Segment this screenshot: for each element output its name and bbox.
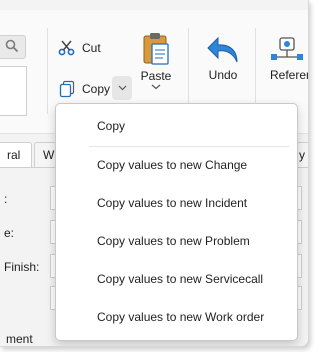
paste-button[interactable]: Paste	[138, 32, 174, 90]
application-window: Cut Copy Paste Undo Referen ral W y: e:…	[0, 0, 309, 347]
search-icon	[5, 39, 19, 53]
menu-item-copy-to-change[interactable]: Copy values to new Change	[56, 150, 297, 180]
ribbon-separator	[255, 28, 256, 114]
form-label: :	[4, 192, 8, 206]
copy-dropdown-menu: Copy Copy values to new Change Copy valu…	[55, 103, 298, 341]
menu-item-copy-to-problem[interactable]: Copy values to new Problem	[56, 226, 297, 256]
menu-separator	[89, 146, 289, 147]
scissors-icon	[58, 40, 75, 56]
chevron-down-icon	[118, 85, 126, 91]
tab-label: W	[43, 148, 55, 162]
ribbon-separator	[47, 28, 48, 114]
ribbon-separator	[188, 28, 189, 114]
undo-button[interactable]: Undo	[203, 35, 243, 82]
left-input-field[interactable]	[0, 66, 27, 116]
menu-item-copy-to-incident[interactable]: Copy values to new Incident	[56, 188, 297, 218]
copy-button[interactable]: Copy	[58, 80, 110, 98]
form-label: Finish:	[4, 260, 40, 274]
tab-label: y	[299, 148, 305, 162]
chevron-down-icon	[151, 84, 161, 90]
form-label: e:	[4, 226, 15, 240]
bottom-section-label: ment	[6, 332, 33, 346]
cut-button[interactable]: Cut	[58, 39, 101, 57]
reference-button[interactable]: Referen	[270, 35, 309, 82]
copy-label: Copy	[82, 82, 111, 96]
cut-label: Cut	[82, 41, 101, 55]
undo-label: Undo	[208, 68, 238, 82]
tab-label: ral	[7, 148, 21, 162]
tab-general[interactable]: ral	[0, 142, 32, 167]
undo-icon	[207, 36, 238, 63]
menu-item-copy-to-work-order[interactable]: Copy values to new Work order	[56, 302, 297, 332]
copy-dropdown-button[interactable]	[112, 76, 132, 100]
menu-item-copy[interactable]: Copy	[56, 111, 297, 141]
reference-icon	[271, 37, 303, 60]
reference-label: Referen	[270, 68, 309, 82]
copy-icon	[59, 80, 75, 98]
search-button[interactable]	[0, 35, 26, 59]
menu-item-copy-to-servicecall[interactable]: Copy values to new Servicecall	[56, 264, 297, 294]
paste-label: Paste	[140, 69, 172, 83]
clipboard-icon	[143, 33, 169, 65]
